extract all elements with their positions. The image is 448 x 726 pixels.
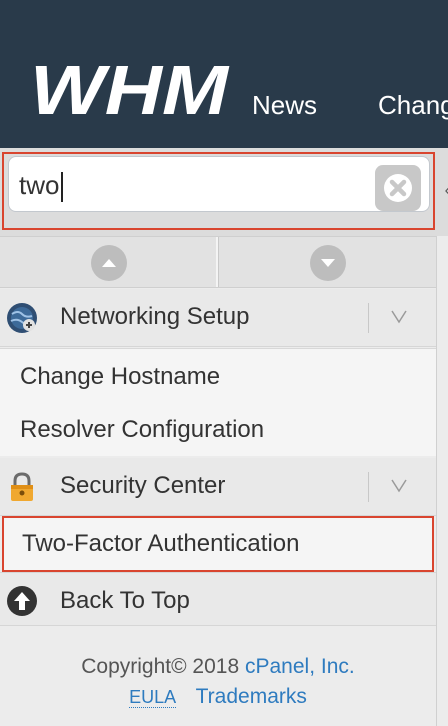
menu-item-resolver-configuration[interactable]: Resolver Configuration	[0, 402, 436, 456]
trademarks-link[interactable]: Trademarks	[196, 685, 307, 708]
chevron-down-icon[interactable]	[390, 478, 408, 494]
category-networking-setup[interactable]: Networking Setup	[0, 289, 436, 347]
nav-news-link[interactable]: News	[252, 90, 317, 121]
chevron-down-icon[interactable]	[390, 309, 408, 325]
copyright-text: Copyright© 2018	[81, 655, 240, 678]
text-caret	[61, 172, 64, 203]
category-security-center[interactable]: Security Center	[0, 458, 436, 516]
svg-text:WHM: WHM	[30, 58, 230, 120]
sidebar-edge	[436, 236, 448, 726]
globe-network-icon	[7, 303, 37, 333]
footer: Copyright© 2018 cPanel, Inc. EULA Tradem…	[0, 627, 436, 726]
whm-logo[interactable]: WHM	[30, 58, 230, 120]
search-area: two	[0, 148, 448, 236]
scroll-controls	[0, 236, 436, 288]
copyright: Copyright© 2018 cPanel, Inc.	[0, 655, 436, 679]
arrow-up-circle-icon	[7, 586, 37, 616]
eula-link[interactable]: EULA	[129, 687, 177, 708]
category-label: Networking Setup	[60, 303, 250, 330]
category-label: Security Center	[60, 472, 226, 499]
scroll-down-button[interactable]	[218, 237, 436, 287]
chevron-down-circle-icon	[321, 259, 335, 267]
divider	[368, 303, 369, 333]
menu-item-label: Two-Factor Authentication	[22, 530, 300, 557]
close-icon	[384, 174, 412, 202]
menu-item-label: Resolver Configuration	[20, 416, 265, 443]
clear-search-button[interactable]	[375, 165, 421, 211]
back-to-top-label: Back To Top	[60, 587, 190, 614]
divider	[368, 472, 369, 502]
top-header: WHM News Chang	[0, 0, 448, 148]
lock-icon	[11, 472, 33, 501]
menu-item-two-factor-authentication[interactable]: Two-Factor Authentication	[2, 516, 434, 572]
cpanel-link[interactable]: cPanel, Inc.	[245, 655, 355, 678]
nav-change-link[interactable]: Chang	[378, 90, 448, 121]
scroll-up-button[interactable]	[0, 237, 218, 287]
search-input[interactable]: two	[8, 156, 430, 212]
chevron-up-circle-icon	[102, 259, 116, 267]
footer-links: EULA Trademarks	[0, 685, 436, 709]
back-to-top-button[interactable]: Back To Top	[0, 572, 436, 626]
menu-item-label: Change Hostname	[20, 363, 221, 390]
menu-item-change-hostname[interactable]: Change Hostname	[0, 348, 436, 402]
search-value: two	[19, 170, 60, 200]
